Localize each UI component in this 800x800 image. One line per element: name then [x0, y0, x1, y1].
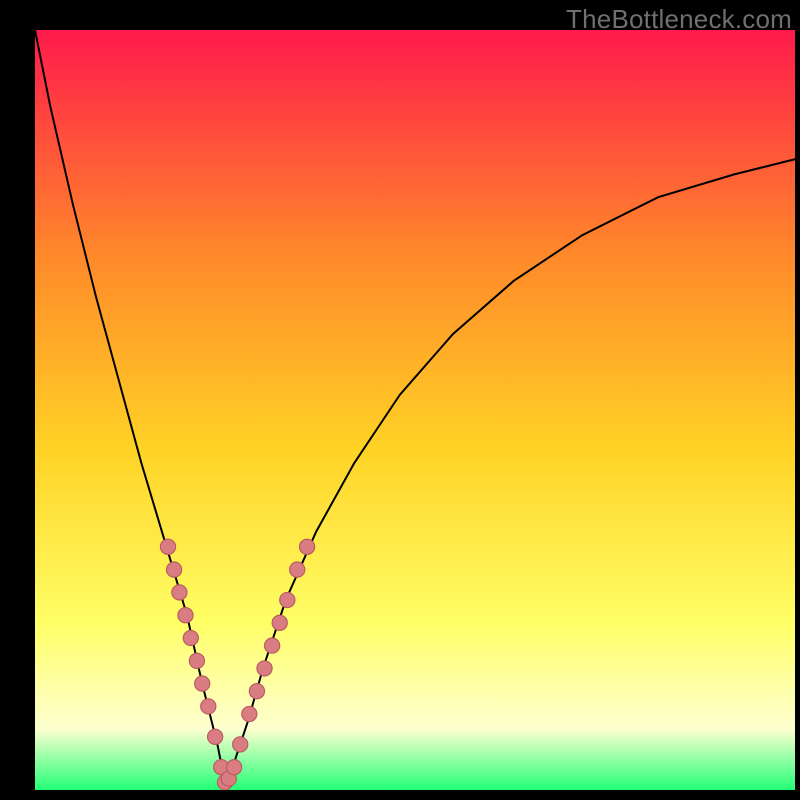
plot-area	[35, 30, 795, 790]
bead-marker	[160, 539, 175, 554]
bead-marker	[299, 539, 314, 554]
bead-marker	[233, 737, 248, 752]
bead-marker	[227, 760, 242, 775]
bead-marker	[166, 562, 181, 577]
bead-marker	[265, 638, 280, 653]
bead-marker	[201, 699, 216, 714]
bead-marker	[290, 562, 305, 577]
bead-marker	[172, 585, 187, 600]
bead-marker	[183, 630, 198, 645]
bead-marker	[178, 608, 193, 623]
gradient-bg	[35, 30, 795, 790]
chart-frame: TheBottleneck.com	[0, 0, 800, 800]
bead-marker	[272, 615, 287, 630]
bead-marker	[249, 684, 264, 699]
bead-marker	[242, 706, 257, 721]
bead-marker	[195, 676, 210, 691]
bead-marker	[189, 653, 204, 668]
bead-marker	[280, 592, 295, 607]
watermark-text: TheBottleneck.com	[566, 4, 792, 35]
bead-marker	[208, 729, 223, 744]
bead-marker	[257, 661, 272, 676]
chart-svg	[35, 30, 795, 790]
